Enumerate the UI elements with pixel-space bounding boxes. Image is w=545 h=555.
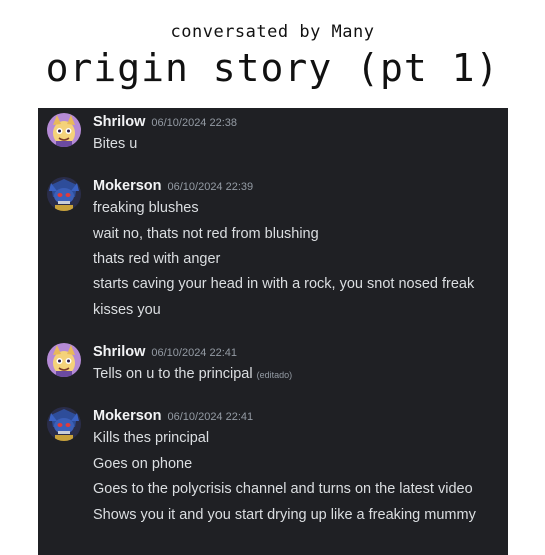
message-line: Goes on phone xyxy=(93,456,193,472)
author-name[interactable]: Mokerson xyxy=(93,178,162,194)
header: conversated by Many origin story (pt 1) xyxy=(0,0,545,108)
message-line: Tells on u to the principal (editado) xyxy=(93,366,292,382)
message-line: Bites u xyxy=(93,136,138,152)
message-line: Goes to the polycrisis channel and turns… xyxy=(93,481,473,497)
author-name[interactable]: Mokerson xyxy=(93,408,162,424)
message-line: starts caving your head in with a rock, … xyxy=(93,276,475,292)
edited-label: (editado) xyxy=(256,370,293,380)
mokerson-avatar-icon[interactable] xyxy=(47,177,81,211)
shrilow-avatar-icon[interactable] xyxy=(47,113,81,147)
message-line: wait no, thats not red from blushing xyxy=(93,226,319,242)
message-line: thats red with anger xyxy=(93,251,221,267)
message-timestamp: 06/10/2024 22:41 xyxy=(151,347,238,359)
message-line: kisses you xyxy=(93,302,161,318)
mokerson-avatar-icon[interactable] xyxy=(47,407,81,441)
chat-log: Shrilow 06/10/2024 22:38 Bites u Mokerson… xyxy=(38,108,508,555)
message-timestamp: 06/10/2024 22:39 xyxy=(167,181,254,193)
message-author[interactable]: Shrilow 06/10/2024 22:38 xyxy=(93,114,237,130)
message-author[interactable]: Mokerson 06/10/2024 22:39 xyxy=(93,178,253,194)
message-line: Shows you it and you start drying up lik… xyxy=(93,507,476,523)
message-line: Kills thes principal xyxy=(93,430,210,446)
message-text: Tells on u to the principal xyxy=(93,366,253,382)
message-author[interactable]: Mokerson 06/10/2024 22:41 xyxy=(93,408,253,424)
author-name[interactable]: Shrilow xyxy=(93,114,145,130)
shrilow-avatar-icon[interactable] xyxy=(47,343,81,377)
message-timestamp: 06/10/2024 22:41 xyxy=(167,411,254,423)
page-title: origin story (pt 1) xyxy=(45,46,500,90)
author-name[interactable]: Shrilow xyxy=(93,344,145,360)
message-timestamp: 06/10/2024 22:38 xyxy=(151,117,238,129)
message-author[interactable]: Shrilow 06/10/2024 22:41 xyxy=(93,344,237,360)
message-line: freaking blushes xyxy=(93,200,199,216)
byline: conversated by Many xyxy=(170,22,375,42)
